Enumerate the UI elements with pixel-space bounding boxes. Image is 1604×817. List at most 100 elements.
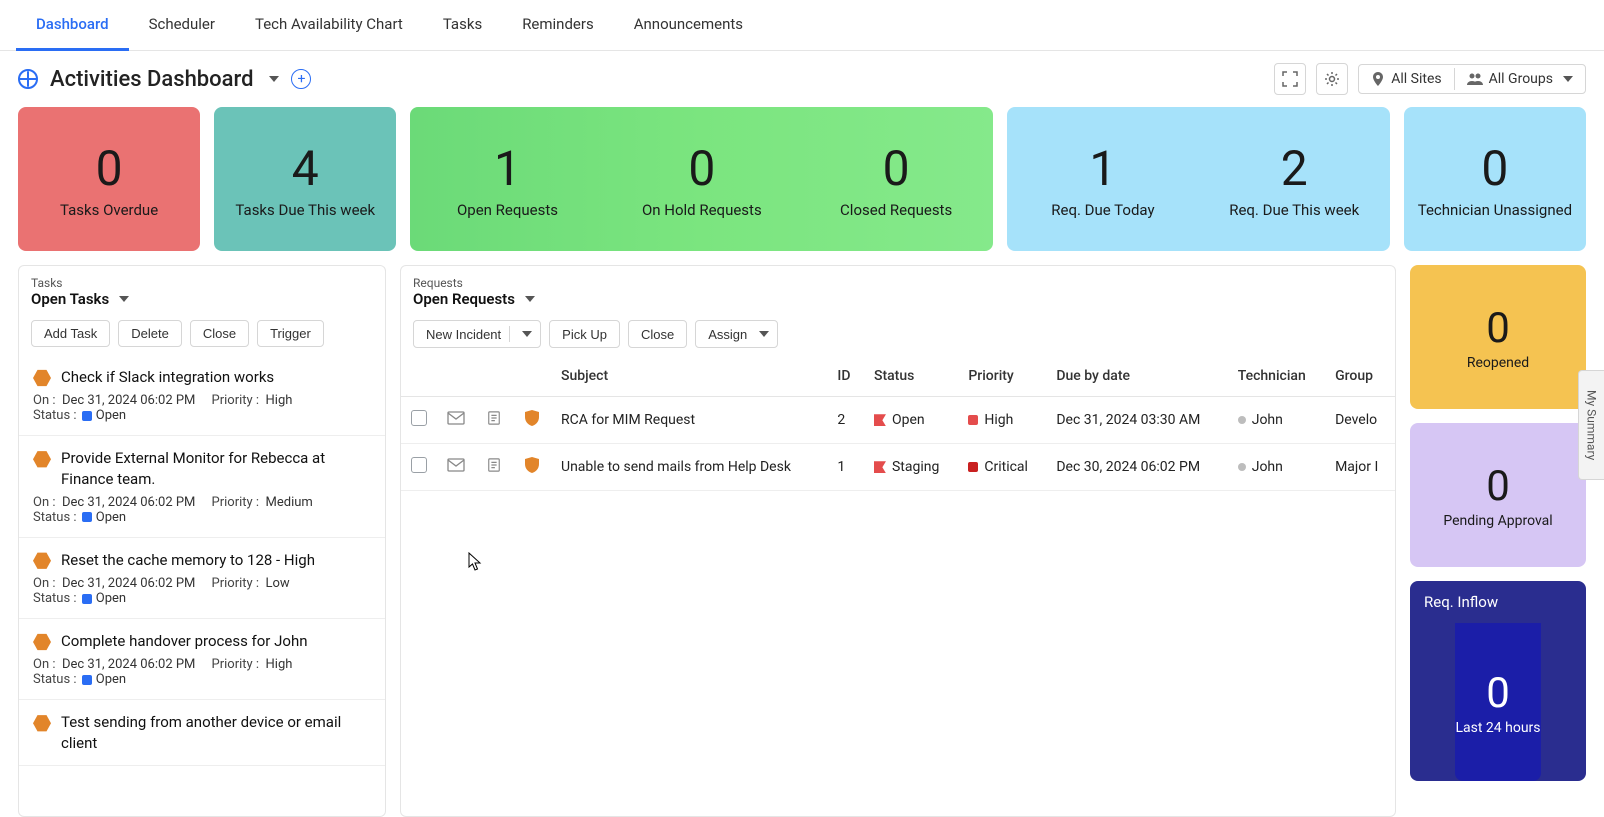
table-row[interactable]: RCA for MIM Request 2 Open High Dec 31, …: [401, 397, 1395, 444]
status-flag-icon: [874, 461, 886, 473]
status-dot-icon: [82, 512, 92, 522]
tasks-panel: Tasks Open Tasks Add Task Delete Close T…: [18, 265, 386, 817]
fullscreen-button[interactable]: [1274, 63, 1306, 95]
task-item[interactable]: Provide External Monitor for Rebecca at …: [19, 436, 385, 538]
trigger-task-button[interactable]: Trigger: [257, 320, 324, 347]
priority-dot-icon: [968, 462, 978, 472]
card-pending-approval[interactable]: 0 Pending Approval: [1410, 423, 1586, 567]
task-status-label: Status :: [33, 408, 77, 423]
tab-tech-availability[interactable]: Tech Availability Chart: [235, 0, 423, 51]
tab-announcements[interactable]: Announcements: [614, 0, 763, 51]
tasks-filter-dropdown[interactable]: Open Tasks: [31, 290, 373, 308]
task-status-label: Status :: [33, 672, 77, 687]
col-id[interactable]: ID: [827, 356, 864, 397]
pickup-button[interactable]: Pick Up: [549, 320, 620, 348]
task-title: Check if Slack integration works: [61, 367, 274, 387]
requests-filter-dropdown[interactable]: Open Requests: [413, 290, 1383, 308]
task-item[interactable]: Test sending from another device or emai…: [19, 700, 385, 766]
sites-label: All Sites: [1391, 71, 1441, 87]
task-icon: [33, 369, 51, 387]
task-status-value: Open: [96, 672, 126, 687]
task-item[interactable]: Complete handover process for John On : …: [19, 619, 385, 700]
status-dot-icon: [82, 594, 92, 604]
add-task-button[interactable]: Add Task: [31, 320, 110, 347]
row-checkbox[interactable]: [411, 410, 427, 426]
status-flag-icon: [874, 414, 886, 426]
card-value: 1: [1089, 140, 1116, 197]
tech-dot-icon: [1238, 416, 1246, 424]
sites-selector[interactable]: All Sites: [1359, 65, 1453, 93]
settings-button[interactable]: [1316, 63, 1348, 95]
col-tech[interactable]: Technician: [1228, 356, 1325, 397]
title-dropdown-caret-icon[interactable]: [269, 76, 279, 82]
summary-cards: 0 Tasks Overdue 4 Tasks Due This week 1 …: [0, 107, 1604, 265]
row-checkbox[interactable]: [411, 457, 427, 473]
card-req-due-today[interactable]: 1 Req. Due Today: [1007, 140, 1198, 219]
chevron-down-icon: [119, 296, 129, 302]
col-status[interactable]: Status: [864, 356, 958, 397]
tab-dashboard[interactable]: Dashboard: [16, 0, 129, 51]
groups-selector[interactable]: All Groups: [1455, 65, 1585, 93]
task-priority-value: Medium: [266, 495, 313, 510]
inflow-title: Req. Inflow: [1410, 581, 1586, 623]
header-bar: Activities Dashboard + All Sites All Gro…: [0, 51, 1604, 107]
task-priority-label: Priority :: [212, 657, 260, 672]
card-closed-requests[interactable]: 0 Closed Requests: [799, 140, 993, 219]
task-icon: [33, 714, 51, 732]
table-row[interactable]: Unable to send mails from Help Desk 1 St…: [401, 444, 1395, 491]
col-subject[interactable]: Subject: [551, 356, 827, 397]
mail-icon[interactable]: [447, 411, 465, 425]
requests-table: Subject ID Status Priority Due by date T…: [401, 356, 1395, 491]
card-value: 1: [494, 140, 521, 197]
task-status-value: Open: [96, 591, 126, 606]
card-tasks-overdue[interactable]: 0 Tasks Overdue: [18, 107, 200, 251]
task-status-value: Open: [96, 510, 126, 525]
close-request-button[interactable]: Close: [628, 320, 687, 348]
tab-reminders[interactable]: Reminders: [502, 0, 614, 51]
task-priority-label: Priority :: [212, 576, 260, 591]
status-dot-icon: [82, 411, 92, 421]
close-task-button[interactable]: Close: [190, 320, 249, 347]
card-value: 0: [883, 140, 910, 197]
my-summary-tab[interactable]: My Summary: [1578, 370, 1604, 480]
card-req-due-week[interactable]: 2 Req. Due This week: [1199, 140, 1390, 219]
note-icon[interactable]: [485, 411, 503, 425]
card-hold-requests[interactable]: 0 On Hold Requests: [605, 140, 799, 219]
cell-id: 2: [827, 397, 864, 444]
task-on-value: Dec 31, 2024 06:02 PM: [62, 657, 195, 672]
tab-tasks[interactable]: Tasks: [423, 0, 502, 51]
mail-icon[interactable]: [447, 458, 465, 472]
card-reopened[interactable]: 0 Reopened: [1410, 265, 1586, 409]
fullscreen-icon: [1282, 71, 1298, 87]
tasks-small-label: Tasks: [31, 276, 373, 290]
task-on-label: On :: [33, 657, 56, 672]
card-open-requests[interactable]: 1 Open Requests: [410, 140, 604, 219]
assign-button[interactable]: Assign: [695, 320, 778, 348]
col-priority[interactable]: Priority: [958, 356, 1046, 397]
cell-due: Dec 31, 2024 03:30 AM: [1046, 397, 1227, 444]
tab-scheduler[interactable]: Scheduler: [129, 0, 235, 51]
shield-icon: [523, 456, 541, 474]
chevron-down-icon: [522, 331, 532, 337]
card-label: Reopened: [1467, 355, 1529, 371]
divider: [509, 326, 510, 342]
task-list[interactable]: Check if Slack integration works On : De…: [19, 355, 385, 816]
note-icon[interactable]: [485, 458, 503, 472]
card-label: Open Requests: [457, 201, 558, 219]
col-group[interactable]: Group: [1325, 356, 1395, 397]
delete-task-button[interactable]: Delete: [118, 320, 182, 347]
task-item[interactable]: Check if Slack integration works On : De…: [19, 355, 385, 436]
task-status-label: Status :: [33, 510, 77, 525]
new-incident-button[interactable]: New Incident: [413, 320, 541, 348]
card-tasks-due-week[interactable]: 4 Tasks Due This week: [214, 107, 396, 251]
shield-icon: [523, 409, 541, 427]
tech-dot-icon: [1238, 463, 1246, 471]
add-dashboard-button[interactable]: +: [291, 69, 311, 89]
card-req-inflow[interactable]: Req. Inflow 0 Last 24 hours: [1410, 581, 1586, 781]
col-due[interactable]: Due by date: [1046, 356, 1227, 397]
task-item[interactable]: Reset the cache memory to 128 - High On …: [19, 538, 385, 619]
task-title: Provide External Monitor for Rebecca at …: [61, 448, 371, 489]
task-status-value: Open: [96, 408, 126, 423]
top-nav: Dashboard Scheduler Tech Availability Ch…: [0, 0, 1604, 51]
card-tech-unassigned[interactable]: 0 Technician Unassigned: [1404, 107, 1586, 251]
